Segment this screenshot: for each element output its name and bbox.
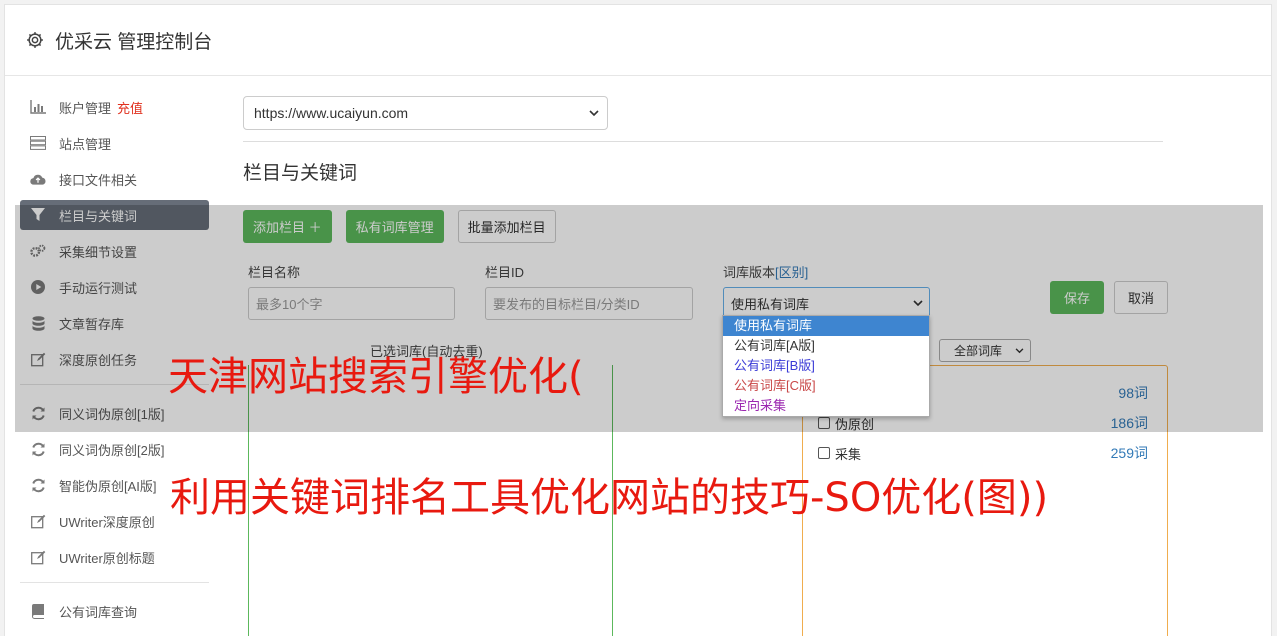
divider [243, 141, 1163, 142]
sidebar-item-synonym-v2[interactable]: 同义词伪原创[2版] [20, 434, 209, 464]
edit-icon [30, 549, 46, 565]
chevron-down-icon [589, 109, 599, 116]
column-id-label: 栏目ID [485, 265, 525, 280]
library-version-group: 词库版本[区别] 使用私有词库 [723, 262, 930, 320]
column-id-input[interactable]: 要发布的目标栏目/分类ID [485, 287, 693, 320]
watermark-line-1: 天津网站搜索引擎优化( [168, 354, 584, 400]
sidebar-item-label: 接口文件相关 [59, 172, 138, 188]
database-icon [30, 315, 46, 331]
sidebar-item-label: 智能伪原创[AI版] [59, 478, 157, 494]
sidebar-item-public-lib[interactable]: 公有词库查询 [20, 596, 209, 626]
column-id-group: 栏目ID 要发布的目标栏目/分类ID [485, 262, 693, 320]
sidebar-divider [20, 582, 209, 583]
dropdown-option[interactable]: 公有词库[B版] [723, 356, 929, 376]
sidebar-item-sites[interactable]: 站点管理 [20, 128, 209, 158]
sidebar-item-label: UWriter原创标题 [59, 550, 155, 566]
save-button[interactable]: 保存 [1050, 281, 1104, 314]
sidebar-item-label: 账户管理 [59, 100, 112, 116]
sidebar-item-manual-run[interactable]: 手动运行测试 [20, 272, 209, 302]
library-version-value: 使用私有词库 [731, 297, 810, 312]
cloud-upload-icon [30, 171, 46, 187]
sidebar-item-uwriter-title[interactable]: UWriter原创标题 [20, 542, 209, 572]
refresh-icon [30, 477, 46, 493]
book-icon [30, 603, 46, 619]
section-title: 栏目与关键词 [243, 163, 358, 184]
dropdown-option[interactable]: 公有词库[A版] [723, 336, 929, 356]
sidebar-item-account[interactable]: 账户管理 充值 [20, 92, 209, 122]
refresh-icon [30, 441, 46, 457]
refresh-icon [30, 405, 46, 421]
library-count[interactable]: 98词 [1118, 383, 1148, 403]
sidebar-item-interface[interactable]: 接口文件相关 [20, 164, 209, 194]
app-title: 优采云 管理控制台 [55, 31, 213, 53]
recharge-link[interactable]: 充值 [117, 98, 143, 117]
sidebar-item-label: 栏目与关键词 [59, 208, 138, 224]
sidebar-item-label: 深度原创任务 [59, 352, 138, 368]
edit-icon [30, 351, 46, 367]
sidebar-item-label: UWriter深度原创 [59, 514, 155, 530]
private-library-button[interactable]: 私有词库管理 [345, 210, 444, 243]
gear-icon [27, 32, 43, 48]
site-select-value: https://www.ucaiyun.com [254, 105, 409, 121]
sidebar-item-label: 文章暂存库 [59, 316, 125, 332]
edit-icon [30, 513, 46, 529]
sidebar-item-label: 公有词库查询 [59, 604, 138, 620]
library-label: 采集 [835, 446, 862, 462]
sidebar-item-label: 站点管理 [59, 136, 112, 152]
watermark-line-2: 利用关键词排名工具优化网站的技巧-SO优化(图)) [170, 475, 1049, 521]
column-name-label: 栏目名称 [248, 265, 301, 280]
sidebar-item-synonym-v1[interactable]: 同义词伪原创[1版] [20, 398, 209, 428]
column-name-input[interactable]: 最多10个字 [248, 287, 455, 320]
dropdown-option[interactable]: 定向采集 [723, 396, 929, 416]
library-checkbox[interactable] [818, 447, 830, 459]
dropdown-option[interactable]: 使用私有词库 [723, 316, 929, 336]
sidebar-item-label: 采集细节设置 [59, 244, 138, 260]
sidebar-item-label: 手动运行测试 [59, 280, 138, 296]
add-column-button[interactable]: 添加栏目 ＋ [243, 210, 332, 243]
chevron-down-icon [913, 300, 923, 307]
library-filter-select[interactable]: 全部词库 [939, 339, 1031, 362]
bar-chart-icon [30, 99, 46, 115]
header: 优采云 管理控制台 [5, 5, 1271, 76]
library-count[interactable]: 186词 [1111, 413, 1148, 433]
column-name-group: 栏目名称 最多10个字 [248, 262, 455, 320]
main-content: https://www.ucaiyun.com 栏目与关键词 [243, 96, 1163, 185]
sidebar-item-label: 同义词伪原创[2版] [59, 442, 165, 458]
site-select[interactable]: https://www.ucaiyun.com [243, 96, 608, 130]
library-row[interactable]: 采集 259词 [818, 443, 1148, 463]
sidebar-item-collect-settings[interactable]: 采集细节设置 [20, 236, 209, 266]
library-version-dropdown[interactable]: 使用私有词库 公有词库[A版] 公有词库[B版] 公有词库[C版] 定向采集 [722, 315, 930, 417]
sidebar-item-article-store[interactable]: 文章暂存库 [20, 308, 209, 338]
cancel-button[interactable]: 取消 [1114, 281, 1168, 314]
filter-icon [30, 207, 46, 223]
sidebar-item-columns[interactable]: 栏目与关键词 [20, 200, 209, 230]
toolbar: 添加栏目 ＋ 私有词库管理 批量添加栏目 [243, 210, 556, 243]
dropdown-option[interactable]: 公有词库[C版] [723, 376, 929, 396]
library-count[interactable]: 259词 [1111, 443, 1148, 463]
gears-icon [30, 243, 46, 259]
batch-add-button[interactable]: 批量添加栏目 [457, 210, 556, 243]
library-version-text: 词库版本 [723, 265, 776, 280]
play-icon [30, 279, 46, 295]
library-checkbox[interactable] [818, 417, 830, 429]
chevron-down-icon [1015, 347, 1024, 353]
library-filter-value: 全部词库 [954, 344, 1003, 358]
library-version-label: 词库版本[区别] [723, 262, 930, 281]
difference-link[interactable]: [区别] [775, 265, 808, 280]
server-icon [30, 135, 46, 151]
sidebar-item-label: 同义词伪原创[1版] [59, 406, 165, 422]
